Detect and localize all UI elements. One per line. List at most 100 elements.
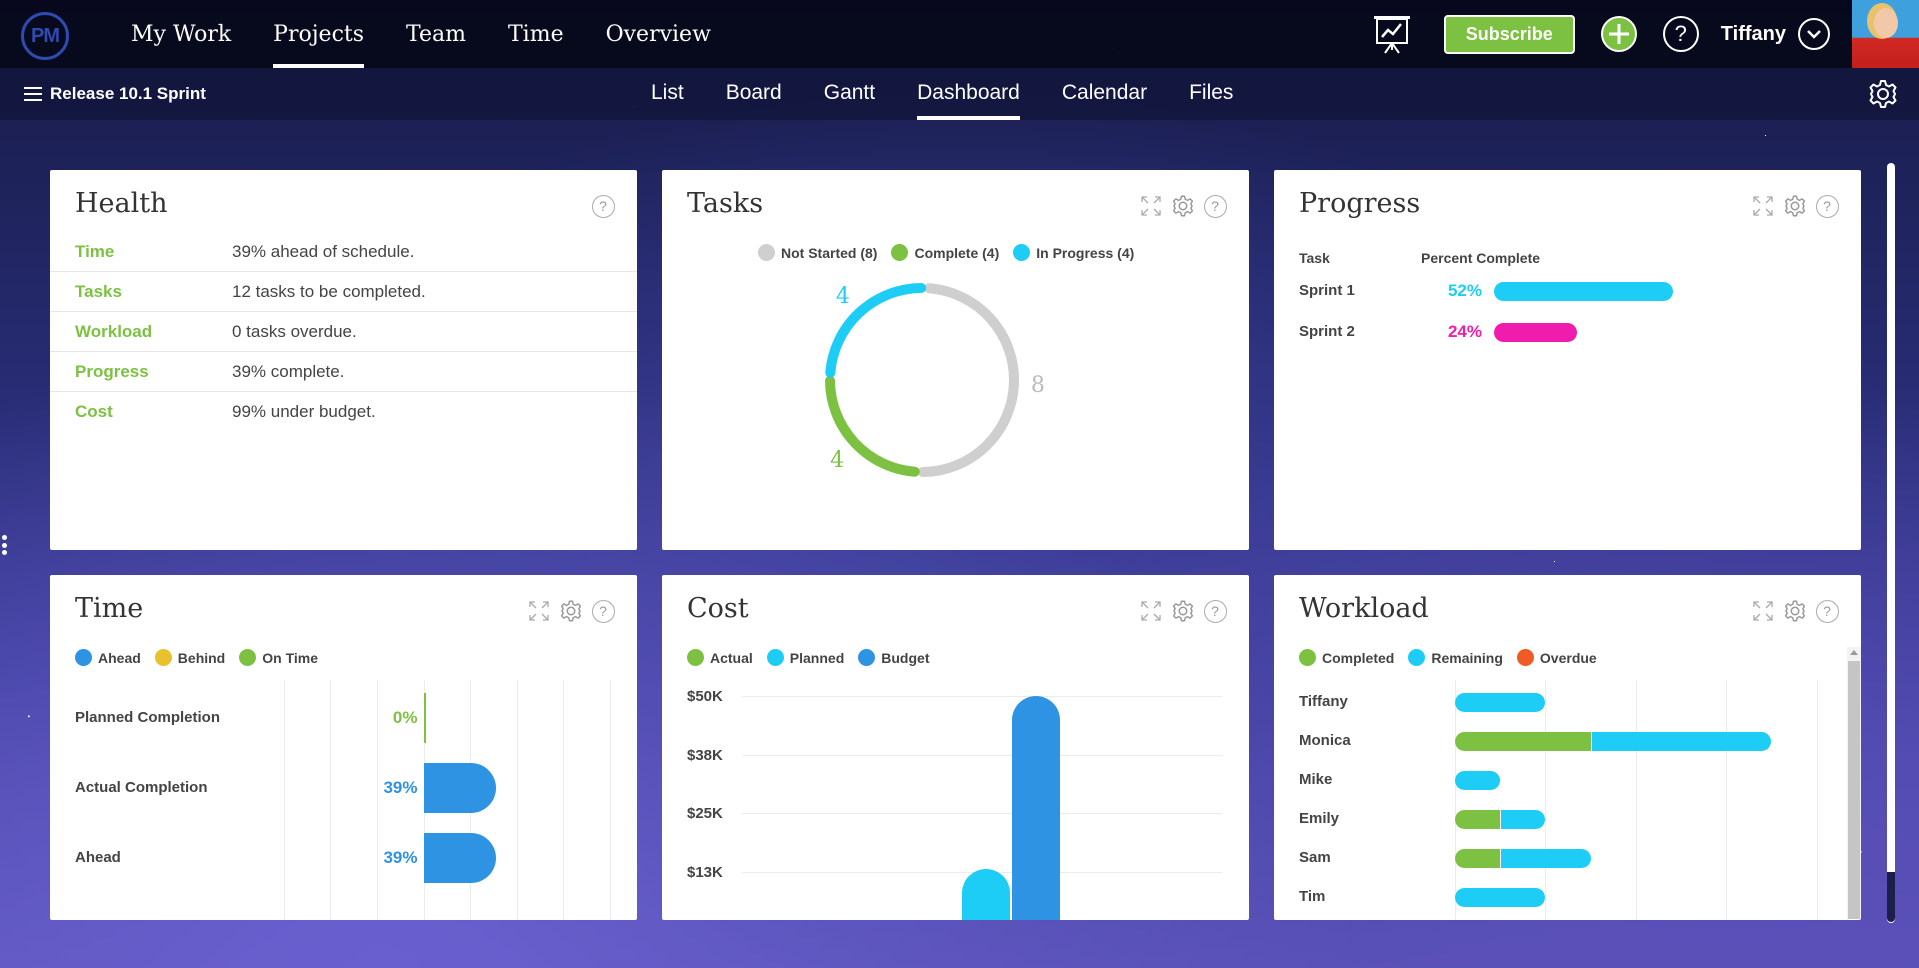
workload-title: Workload <box>1299 593 1429 624</box>
expand-icon[interactable] <box>527 599 551 623</box>
subscribe-button[interactable]: Subscribe <box>1443 14 1575 54</box>
health-card: Health ? Time 39% ahead of schedule. Tas… <box>50 170 637 550</box>
health-label[interactable]: Time <box>50 242 232 262</box>
legend-label: Remaining <box>1431 649 1503 666</box>
user-menu-chevron-icon[interactable] <box>1798 18 1830 50</box>
presentation-chart-icon[interactable] <box>1370 12 1414 56</box>
hamburger-menu-icon <box>24 87 42 101</box>
grid-line <box>1545 680 1547 920</box>
workload-row-label: Emily <box>1299 810 1340 827</box>
column-header-percent: Percent Complete <box>1421 250 1541 266</box>
time-bar[interactable] <box>423 763 497 813</box>
health-value: 39% complete. <box>232 361 345 381</box>
tab-list[interactable]: List <box>630 68 705 120</box>
tab-board[interactable]: Board <box>705 68 803 120</box>
legend-overdue[interactable]: Overdue <box>1516 649 1597 666</box>
grid-line <box>563 680 565 920</box>
nav-projects[interactable]: Projects <box>252 0 385 68</box>
legend-budget[interactable]: Budget <box>858 649 929 666</box>
project-menu[interactable]: Release 10.1 Sprint <box>24 84 206 104</box>
workload-card: Workload ? Completed Remaining Overdue T… <box>1274 575 1861 920</box>
grid-line <box>1455 680 1456 920</box>
legend-behind[interactable]: Behind <box>154 649 225 666</box>
nav-overview[interactable]: Overview <box>585 0 732 68</box>
side-panel-handle[interactable] <box>2 535 8 555</box>
expand-icon[interactable] <box>1751 599 1775 623</box>
time-bar[interactable] <box>423 833 497 883</box>
cost-tools: ? <box>1139 599 1227 623</box>
grid-line <box>1816 680 1818 920</box>
expand-icon[interactable] <box>1139 194 1163 218</box>
nav-time[interactable]: Time <box>487 0 585 68</box>
workload-bar-completed[interactable] <box>1455 849 1501 868</box>
user-name[interactable]: Tiffany <box>1721 23 1786 46</box>
workload-bar-remaining[interactable] <box>1455 888 1546 907</box>
help-icon[interactable]: ? <box>591 194 615 218</box>
help-icon[interactable]: ? <box>591 599 615 623</box>
progress-row-label: Sprint 1 <box>1299 282 1355 299</box>
gear-icon[interactable] <box>1171 194 1195 218</box>
workload-scrollbar[interactable] <box>1847 647 1861 919</box>
scroll-up-arrow-icon[interactable] <box>1850 650 1858 655</box>
help-icon[interactable]: ? <box>1203 599 1227 623</box>
nav-my-work[interactable]: My Work <box>110 0 252 68</box>
gear-icon[interactable] <box>1783 599 1807 623</box>
workload-bar-remaining[interactable] <box>1590 732 1772 751</box>
health-row-workload: Workload 0 tasks overdue. <box>50 312 637 352</box>
workload-bar-remaining[interactable] <box>1500 849 1591 868</box>
project-name: Release 10.1 Sprint <box>50 84 206 103</box>
workload-row-label: Monica <box>1299 732 1351 749</box>
legend-completed[interactable]: Completed <box>1299 649 1394 666</box>
workload-bar-remaining[interactable] <box>1455 693 1546 712</box>
legend-ahead[interactable]: Ahead <box>75 649 141 666</box>
donut-slice-not-started[interactable] <box>917 283 1019 477</box>
scrollbar-thumb[interactable] <box>1848 661 1860 919</box>
project-settings-gear-icon[interactable] <box>1867 78 1899 110</box>
expand-icon[interactable] <box>1751 194 1775 218</box>
add-new-button[interactable] <box>1600 16 1637 52</box>
legend-not-started[interactable]: Not Started (8) <box>758 244 877 261</box>
gear-icon[interactable] <box>1171 599 1195 623</box>
tasks-donut-chart: 8 4 4 <box>825 283 1045 477</box>
legend-complete[interactable]: Complete (4) <box>891 244 999 261</box>
cost-bar-planned[interactable] <box>962 869 1010 920</box>
health-label[interactable]: Cost <box>50 402 232 422</box>
user-avatar[interactable] <box>1852 0 1919 68</box>
workload-bar-completed[interactable] <box>1455 732 1591 751</box>
legend-in-progress[interactable]: In Progress (4) <box>1013 244 1134 261</box>
cost-bar-budget[interactable] <box>1012 696 1060 920</box>
tab-files[interactable]: Files <box>1168 68 1254 120</box>
tab-dashboard[interactable]: Dashboard <box>896 68 1041 120</box>
health-label[interactable]: Progress <box>50 362 232 382</box>
health-value: 0 tasks overdue. <box>232 321 357 341</box>
time-value-label: 39% <box>383 848 418 867</box>
time-bar[interactable] <box>423 693 426 743</box>
legend-actual[interactable]: Actual <box>687 649 753 666</box>
progress-bar[interactable] <box>1494 282 1674 301</box>
y-tick-label: $13K <box>687 863 723 881</box>
help-icon[interactable]: ? <box>1815 194 1839 218</box>
workload-bar-remaining[interactable] <box>1455 771 1501 790</box>
legend-planned[interactable]: Planned <box>766 649 844 666</box>
nav-team[interactable]: Team <box>385 0 487 68</box>
workload-bar-remaining[interactable] <box>1500 810 1546 829</box>
workload-bar-completed[interactable] <box>1455 810 1501 829</box>
help-icon[interactable]: ? <box>1815 599 1839 623</box>
expand-icon[interactable] <box>1139 599 1163 623</box>
legend-on-time[interactable]: On Time <box>239 649 318 666</box>
page-scrollbar[interactable] <box>1887 163 1895 923</box>
health-label[interactable]: Tasks <box>50 282 232 302</box>
health-label[interactable]: Workload <box>50 322 232 342</box>
tab-calendar[interactable]: Calendar <box>1041 68 1168 120</box>
legend-remaining[interactable]: Remaining <box>1408 649 1503 666</box>
help-icon[interactable]: ? <box>1662 16 1699 52</box>
help-icon[interactable]: ? <box>1203 194 1227 218</box>
time-value-label: 0% <box>392 708 418 727</box>
gear-icon[interactable] <box>1783 194 1807 218</box>
grid-line <box>1635 680 1637 920</box>
pm-logo[interactable]: PM <box>21 12 69 60</box>
gear-icon[interactable] <box>559 599 583 623</box>
legend-dot <box>1408 649 1426 666</box>
progress-bar[interactable] <box>1494 323 1577 342</box>
tab-gantt[interactable]: Gantt <box>803 68 896 120</box>
